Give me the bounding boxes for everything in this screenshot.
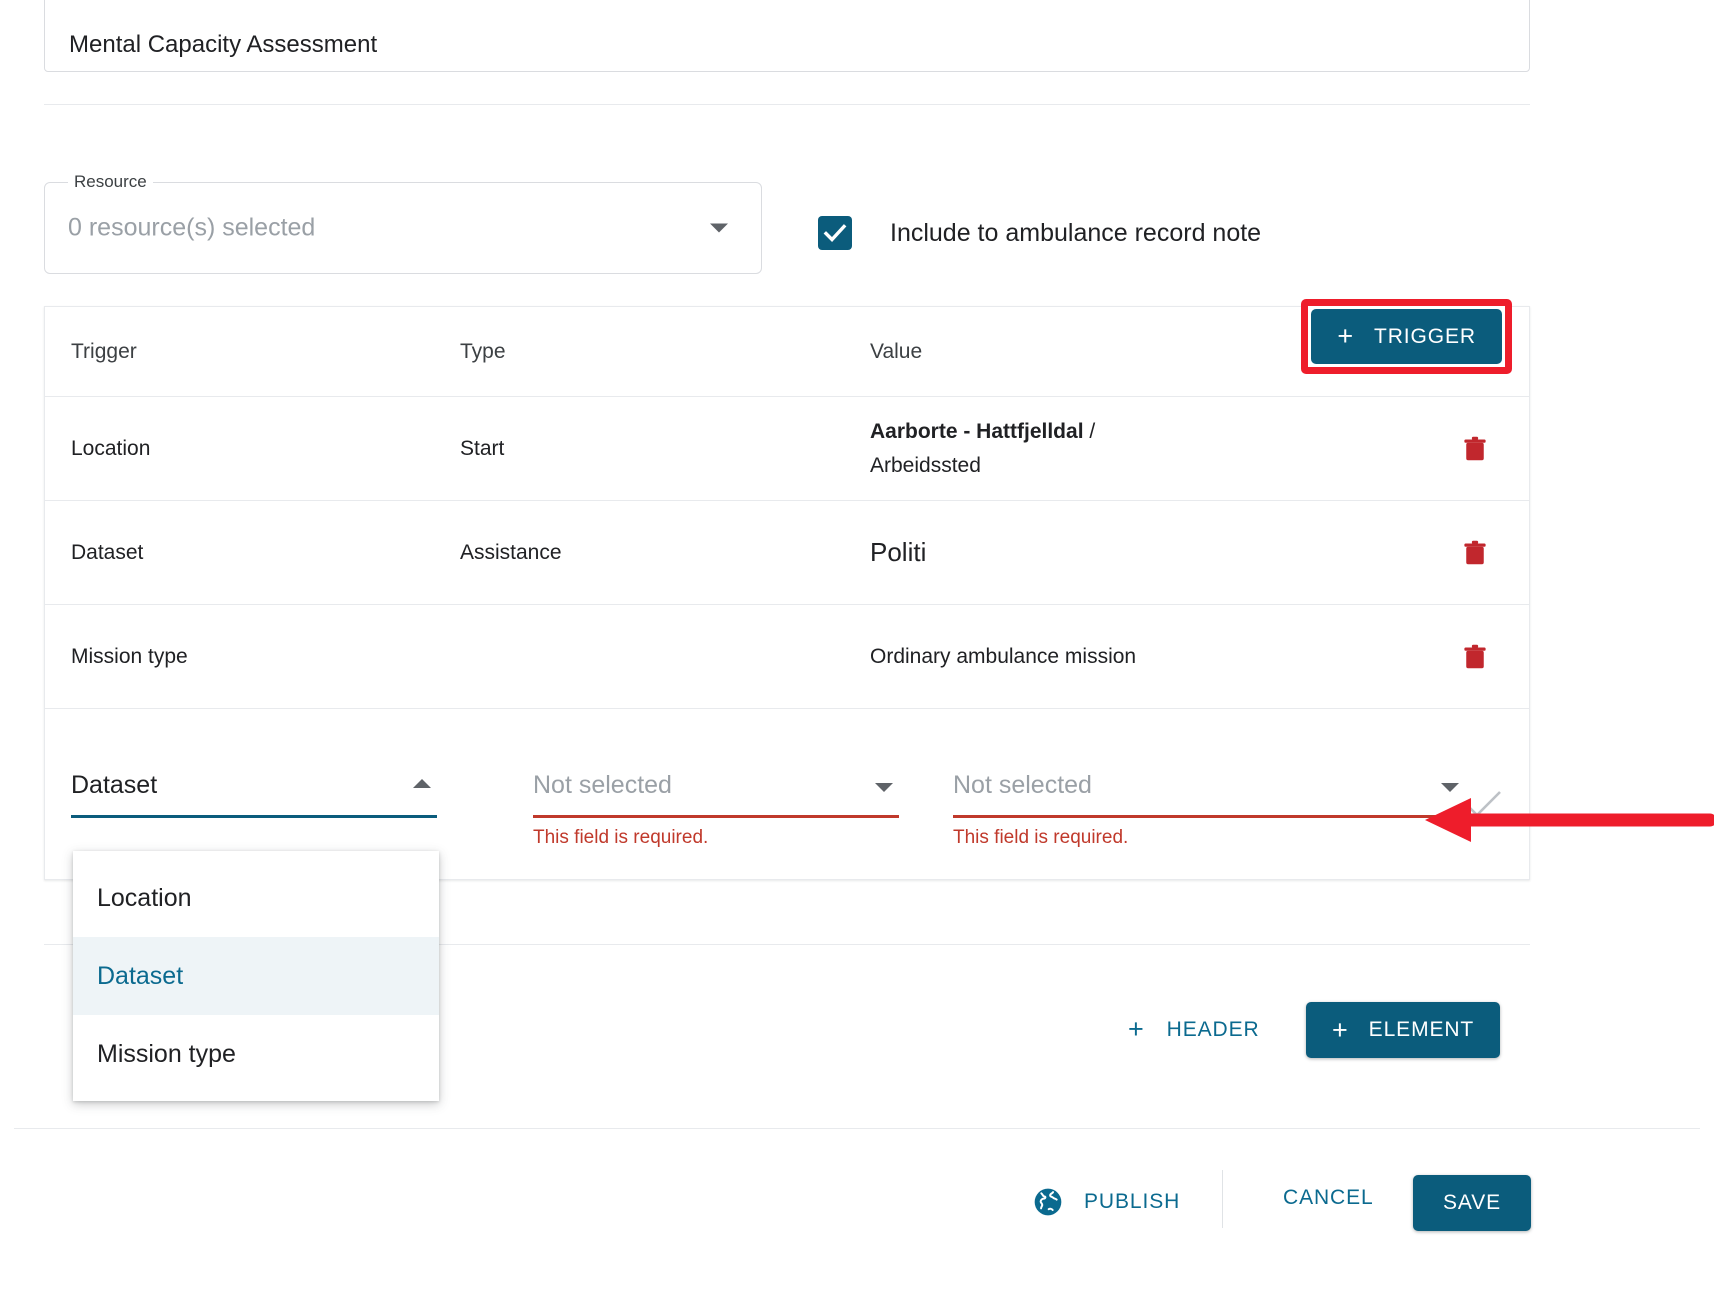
- add-header-button[interactable]: + HEADER: [1122, 1015, 1266, 1044]
- chevron-down-icon: [710, 223, 728, 233]
- field-underline-error: [953, 815, 1465, 818]
- value-select[interactable]: Not selected This field is required.: [953, 771, 1465, 848]
- resource-select-value: 0 resource(s) selected: [68, 213, 316, 242]
- cell-trigger: Location: [71, 436, 151, 460]
- add-header-label: HEADER: [1166, 1017, 1260, 1041]
- plus-icon: +: [1332, 1014, 1349, 1045]
- table-row[interactable]: Mission type Ordinary ambulance mission: [45, 605, 1529, 709]
- arrow-left-icon: [1425, 798, 1714, 842]
- trash-icon[interactable]: [1460, 536, 1490, 570]
- divider: [44, 104, 1530, 105]
- save-button[interactable]: SAVE: [1413, 1175, 1532, 1231]
- value-select-error: This field is required.: [953, 827, 1129, 848]
- chevron-down-icon: [875, 783, 893, 792]
- field-underline-error: [533, 815, 899, 818]
- add-element-button[interactable]: + ELEMENT: [1306, 1002, 1501, 1058]
- field-underline: [71, 815, 437, 818]
- dropdown-option-dataset[interactable]: Dataset: [73, 937, 439, 1015]
- column-header-type: Type: [460, 339, 506, 363]
- type-select-placeholder: Not selected: [533, 771, 672, 799]
- cell-type: Assistance: [460, 540, 562, 564]
- cell-trigger: Dataset: [71, 540, 144, 564]
- add-element-label: ELEMENT: [1368, 1018, 1475, 1041]
- value-select-placeholder: Not selected: [953, 771, 1092, 799]
- cell-value: Aarborte - Hattfjelldal / Arbeidssted: [870, 420, 1420, 478]
- cell-value-line2: Arbeidssted: [870, 453, 981, 477]
- cell-value: Politi: [870, 537, 927, 567]
- plus-icon: +: [1128, 1014, 1145, 1044]
- plus-icon: +: [1337, 321, 1355, 351]
- type-select-error: This field is required.: [533, 827, 709, 848]
- trigger-table-card: Trigger Type Value + TRIGGER Location St…: [44, 299, 1530, 880]
- form-title-value: Mental Capacity Assessment: [69, 31, 378, 58]
- publish-button[interactable]: PUBLISH: [1026, 1185, 1186, 1219]
- trigger-type-select[interactable]: Dataset: [71, 771, 437, 818]
- trash-icon[interactable]: [1460, 640, 1490, 674]
- type-select[interactable]: Not selected This field is required.: [533, 771, 899, 848]
- resource-select-label: Resource: [68, 172, 153, 192]
- resource-select[interactable]: Resource 0 resource(s) selected: [44, 172, 762, 274]
- cell-value-bold: Aarborte - Hattfjelldal: [870, 419, 1084, 443]
- column-header-trigger: Trigger: [71, 339, 137, 363]
- cancel-button[interactable]: CANCEL: [1277, 1185, 1380, 1211]
- check-icon: [823, 224, 847, 242]
- trigger-type-select-value: Dataset: [71, 771, 158, 799]
- table-row[interactable]: Dataset Assistance Politi: [45, 501, 1529, 605]
- trash-icon[interactable]: [1460, 432, 1490, 466]
- dropdown-option-location[interactable]: Location: [73, 859, 439, 937]
- cell-value: Ordinary ambulance mission: [870, 644, 1137, 668]
- cell-type: Start: [460, 436, 505, 460]
- cell-value-separator: /: [1083, 419, 1096, 443]
- dropdown-option-mission-type[interactable]: Mission type: [73, 1015, 439, 1093]
- divider: [1222, 1170, 1223, 1228]
- trigger-table-header: Trigger Type Value + TRIGGER: [45, 299, 1529, 397]
- include-note-label: Include to ambulance record note: [890, 218, 1262, 247]
- add-trigger-button[interactable]: + TRIGGER: [1311, 309, 1502, 364]
- trigger-type-dropdown-menu[interactable]: Location Dataset Mission type: [73, 851, 439, 1101]
- add-trigger-label: TRIGGER: [1374, 324, 1476, 348]
- include-note-checkbox[interactable]: [818, 216, 852, 250]
- chevron-up-icon: [413, 779, 431, 788]
- publish-label: PUBLISH: [1084, 1190, 1181, 1213]
- cell-trigger: Mission type: [71, 644, 188, 668]
- include-to-ambulance-record-note-row[interactable]: Include to ambulance record note: [818, 216, 1261, 250]
- form-title-field[interactable]: Mental Capacity Assessment: [44, 0, 1530, 72]
- table-row[interactable]: Location Start Aarborte - Hattfjelldal /…: [45, 397, 1529, 501]
- add-trigger-highlight-box: + TRIGGER: [1301, 299, 1512, 374]
- divider: [14, 1128, 1700, 1129]
- globe-icon: [1034, 1188, 1062, 1216]
